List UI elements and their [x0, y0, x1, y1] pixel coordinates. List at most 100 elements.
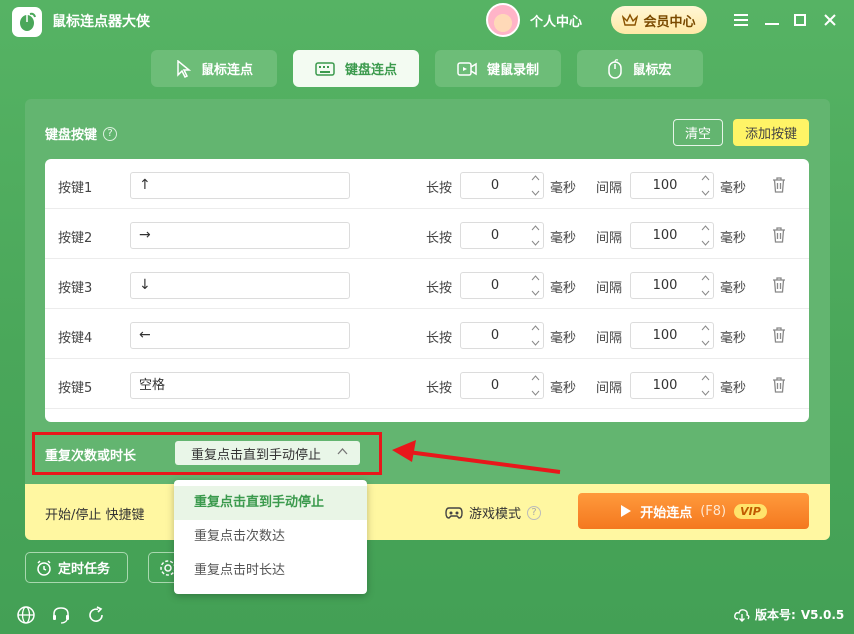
interval-value: 100 [652, 378, 678, 393]
unit-label: 毫秒 [550, 281, 577, 296]
crown-icon [622, 13, 639, 26]
app-title: 鼠标连点器大侠 [52, 14, 150, 30]
interval-stepper[interactable]: 100 [630, 322, 714, 349]
avatar[interactable] [486, 3, 520, 37]
chevron-down-icon[interactable] [531, 190, 540, 196]
key-row: 按键1 ↑ 长按 0 毫秒 间隔 100 毫秒 [45, 159, 809, 209]
chevron-up-icon[interactable] [531, 225, 540, 231]
tab-record[interactable]: 键鼠录制 [435, 50, 561, 87]
maximize-icon[interactable] [790, 10, 810, 30]
title-bar: 鼠标连点器大侠 个人中心 会员中心 [0, 0, 854, 40]
timer-task-button[interactable]: 定时任务 [25, 552, 128, 583]
chevron-up-icon[interactable] [531, 325, 540, 331]
chevron-down-icon[interactable] [701, 240, 710, 246]
key-input[interactable]: 空格 [130, 372, 350, 399]
key-row: 按键3 ↓ 长按 0 毫秒 间隔 100 毫秒 [45, 259, 809, 309]
cursor-icon [177, 59, 191, 78]
help-icon[interactable]: ? [527, 505, 542, 520]
chevron-down-icon[interactable] [701, 190, 710, 196]
chevron-up-icon[interactable] [531, 275, 540, 281]
key-name: 按键2 [58, 231, 93, 246]
hold-stepper[interactable]: 0 [460, 172, 544, 199]
interval-stepper[interactable]: 100 [630, 222, 714, 249]
game-mode-toggle[interactable]: 游戏模式 ? [445, 503, 542, 522]
key-list: 按键1 ↑ 长按 0 毫秒 间隔 100 毫秒 按键2 → 长按 0 毫秒 间隔… [45, 159, 809, 422]
clear-button[interactable]: 清空 [673, 119, 723, 146]
dropdown-option[interactable]: 重复点击直到手动停止 [174, 486, 367, 520]
chevron-up-icon[interactable] [701, 175, 710, 181]
menu-icon[interactable] [731, 10, 751, 30]
chevron-up-icon[interactable] [701, 325, 710, 331]
hold-stepper[interactable]: 0 [460, 372, 544, 399]
update-icon[interactable] [86, 605, 106, 625]
hold-label: 长按 [426, 181, 453, 196]
interval-stepper[interactable]: 100 [630, 172, 714, 199]
hold-label: 长按 [426, 381, 453, 396]
timer-task-label: 定时任务 [58, 562, 111, 577]
tab-keyboard-click[interactable]: 键盘连点 [293, 50, 419, 87]
chevron-up-icon[interactable] [531, 375, 540, 381]
interval-label: 间隔 [596, 231, 623, 246]
help-icon[interactable]: ? [103, 126, 118, 141]
unit-label: 毫秒 [550, 331, 577, 346]
chevron-down-icon[interactable] [701, 290, 710, 296]
customer-service-icon[interactable] [51, 605, 71, 625]
trash-icon[interactable] [771, 376, 787, 394]
tab-mouse-macro[interactable]: 鼠标宏 [577, 50, 703, 87]
gamepad-icon [445, 506, 463, 519]
tab-label: 键盘连点 [344, 63, 397, 78]
bottom-bar: 开始/停止 快捷键 游戏模式 ? 开始连点 (F8) VIP [25, 484, 830, 540]
section-title-label: 键盘按键 [45, 128, 98, 143]
chevron-up-icon[interactable] [701, 275, 710, 281]
trash-icon[interactable] [771, 226, 787, 244]
unit-label: 毫秒 [720, 231, 747, 246]
close-icon[interactable] [820, 10, 840, 30]
hold-value: 0 [490, 378, 500, 393]
vip-center-button[interactable]: 会员中心 [611, 6, 707, 34]
trash-icon[interactable] [771, 176, 787, 194]
key-input[interactable]: ← [130, 322, 350, 349]
hold-value: 0 [490, 228, 500, 243]
cloud-download-icon [734, 608, 750, 622]
interval-stepper[interactable]: 100 [630, 372, 714, 399]
key-input[interactable]: → [130, 222, 350, 249]
video-record-icon [457, 61, 477, 76]
chevron-up-icon[interactable] [701, 375, 710, 381]
chevron-down-icon[interactable] [531, 340, 540, 346]
chevron-down-icon[interactable] [531, 390, 540, 396]
mouse-icon [608, 58, 623, 79]
chevron-down-icon[interactable] [531, 290, 540, 296]
tab-mouse-click[interactable]: 鼠标连点 [151, 50, 277, 87]
key-row: 按键4 ← 长按 0 毫秒 间隔 100 毫秒 [45, 309, 809, 359]
add-key-button[interactable]: 添加按键 [733, 119, 809, 146]
key-name: 按键1 [58, 181, 93, 196]
trash-icon[interactable] [771, 276, 787, 294]
key-input[interactable]: ↑ [130, 172, 350, 199]
hold-stepper[interactable]: 0 [460, 222, 544, 249]
hold-label: 长按 [426, 331, 453, 346]
trash-icon[interactable] [771, 326, 787, 344]
globe-icon[interactable] [16, 605, 36, 625]
chevron-down-icon[interactable] [701, 340, 710, 346]
hotkey-label: 开始/停止 快捷键 [45, 508, 145, 523]
hold-value: 0 [490, 328, 500, 343]
chevron-down-icon[interactable] [701, 390, 710, 396]
chevron-down-icon[interactable] [531, 240, 540, 246]
key-input[interactable]: ↓ [130, 272, 350, 299]
hold-stepper[interactable]: 0 [460, 322, 544, 349]
hold-stepper[interactable]: 0 [460, 272, 544, 299]
play-icon [621, 505, 632, 517]
start-clicking-button[interactable]: 开始连点 (F8) VIP [578, 493, 809, 529]
chevron-up-icon[interactable] [531, 175, 540, 181]
version-label: 版本号: [755, 608, 796, 622]
vip-center-label: 会员中心 [643, 14, 696, 30]
profile-link[interactable]: 个人中心 [530, 11, 582, 30]
dropdown-option[interactable]: 重复点击时长达 [174, 554, 367, 588]
interval-label: 间隔 [596, 281, 623, 296]
annotation-highlight-box [32, 432, 382, 475]
dropdown-option[interactable]: 重复点击次数达 [174, 520, 367, 554]
interval-stepper[interactable]: 100 [630, 272, 714, 299]
chevron-up-icon[interactable] [701, 225, 710, 231]
version-info: 版本号: V5.0.5 [734, 606, 844, 623]
minimize-icon[interactable] [762, 10, 782, 30]
